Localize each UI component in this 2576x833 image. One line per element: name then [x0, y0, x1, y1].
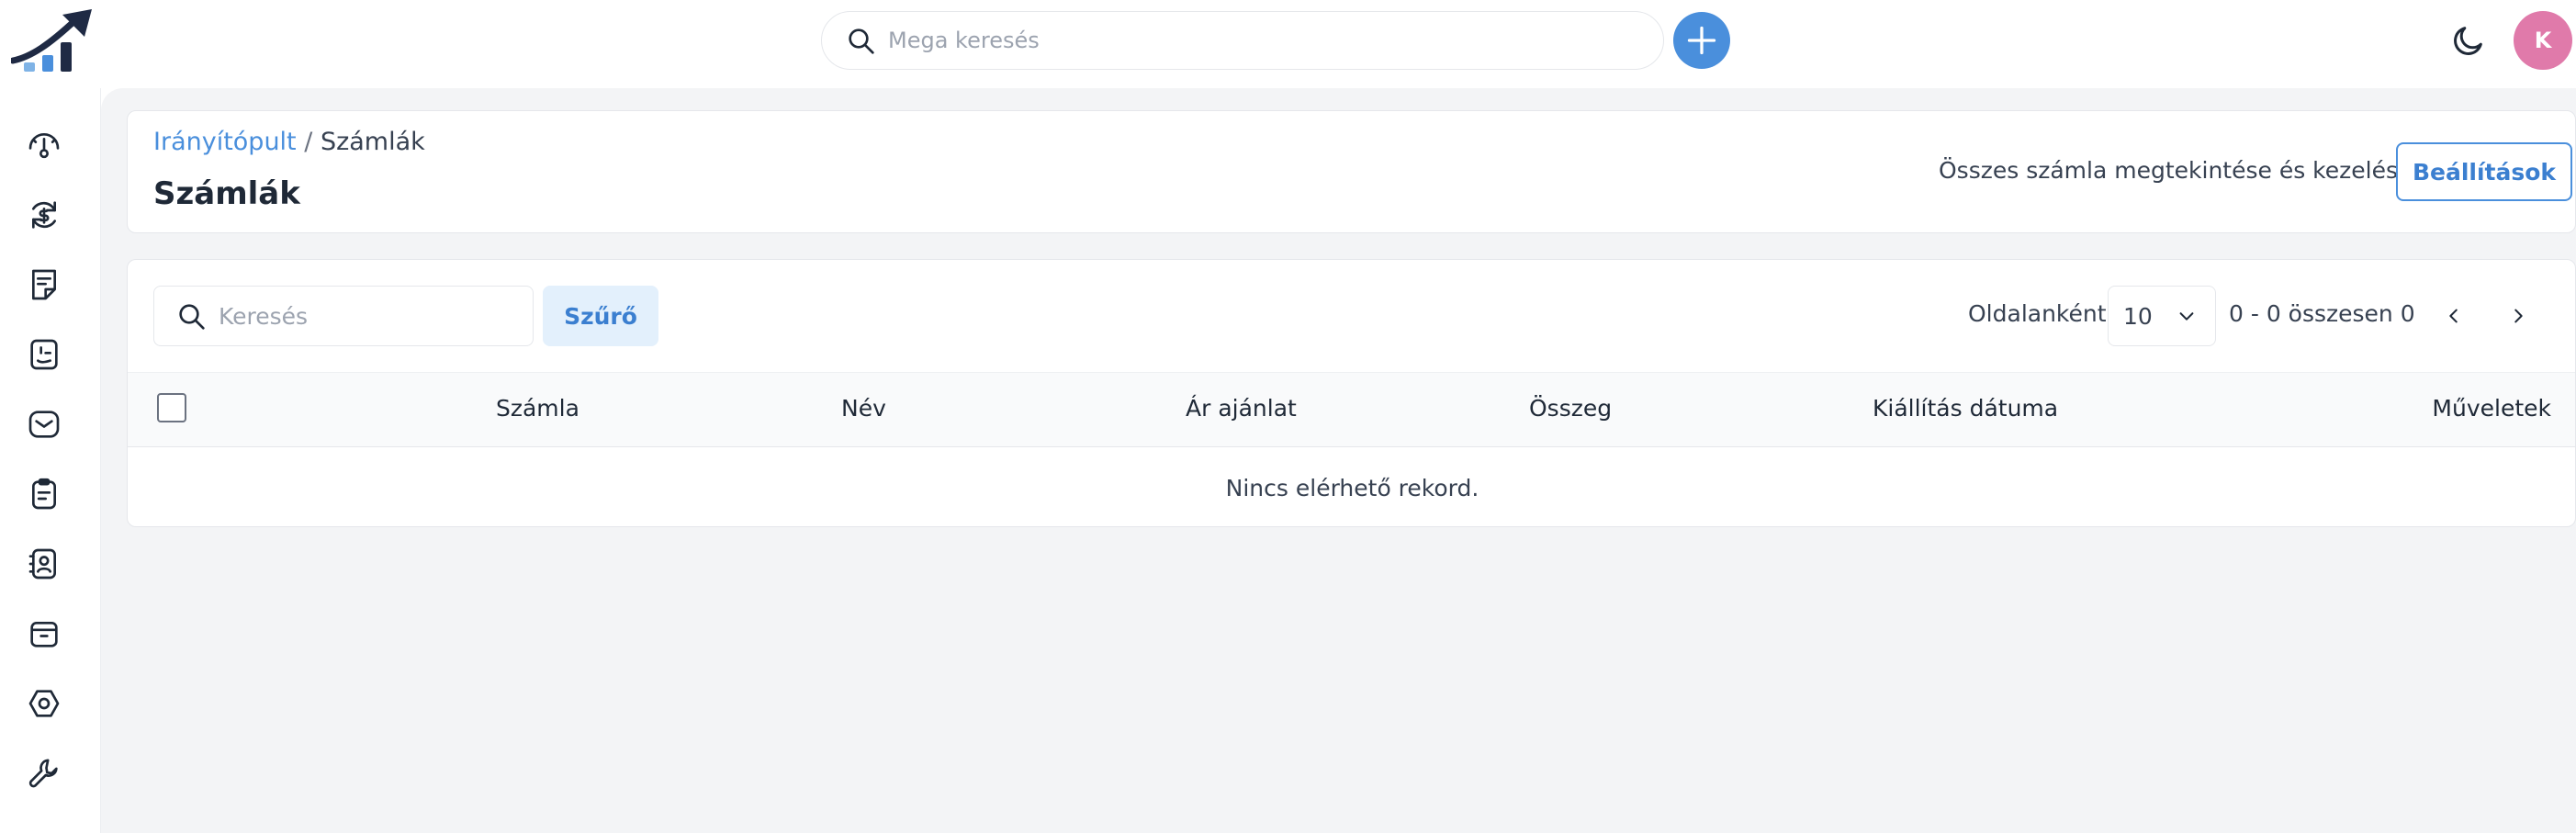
- invoices-table-card: Szűrő Oldalanként 10 0 - 0 összesen 0 Sz…: [127, 259, 2576, 527]
- page-description: Összes számla megtekintése és kezelése: [1939, 157, 2413, 184]
- mega-search-box[interactable]: [821, 11, 1664, 70]
- table-search-box[interactable]: [153, 286, 534, 346]
- sidebar-item-expenses[interactable]: [22, 332, 66, 377]
- logo-chart-arrow-icon: [9, 9, 92, 72]
- sidebar-item-invoices[interactable]: [22, 263, 66, 307]
- per-page-select[interactable]: 10: [2108, 286, 2216, 346]
- empty-state-text: Nincs elérhető rekord.: [1225, 474, 1479, 501]
- column-header-invoice[interactable]: Számla: [496, 395, 579, 422]
- archive-box-icon: [30, 622, 58, 647]
- per-page-label: Oldalanként: [1968, 300, 2107, 327]
- expense-note-icon: [30, 339, 58, 370]
- column-header-name[interactable]: Név: [841, 395, 886, 422]
- sidebar: [0, 88, 101, 833]
- next-page-button[interactable]: [2499, 297, 2537, 335]
- table-search-input[interactable]: [219, 302, 512, 330]
- finance-refresh-icon: [32, 201, 57, 229]
- column-header-actions: Műveletek: [2432, 395, 2551, 422]
- breadcrumb-current: Számlák: [320, 128, 425, 156]
- sidebar-item-finance[interactable]: [22, 193, 66, 237]
- dashboard-gauge-icon: [28, 133, 60, 159]
- moon-icon: [2454, 27, 2482, 55]
- empty-state-row: Nincs elérhető rekord.: [128, 447, 2575, 526]
- breadcrumb: Irányítópult / Számlák: [153, 128, 425, 156]
- plus-icon: [1687, 26, 1716, 55]
- page-title: Számlák: [153, 175, 300, 212]
- chevron-left-icon: [2449, 309, 2458, 323]
- sidebar-item-settings[interactable]: [22, 681, 66, 726]
- settings-button[interactable]: Beállítások: [2396, 142, 2572, 201]
- prev-page-button[interactable]: [2435, 297, 2473, 335]
- inbox-mail-icon: [28, 411, 60, 438]
- sidebar-item-dashboard[interactable]: [22, 123, 66, 167]
- table-header: Számla Név Ár ajánlat Összeg Kiállítás d…: [128, 372, 2575, 447]
- per-page-value: 10: [2123, 302, 2153, 330]
- mega-search-input[interactable]: [888, 28, 1641, 53]
- search-icon: [844, 24, 877, 57]
- column-header-quote[interactable]: Ár ajánlat: [1186, 395, 1297, 422]
- add-button[interactable]: [1673, 12, 1730, 69]
- column-header-issue-date[interactable]: Kiállítás dátuma: [1873, 395, 2058, 422]
- column-header-amount[interactable]: Összeg: [1529, 395, 1612, 422]
- wrench-tools-icon: [28, 759, 58, 788]
- settings-hexagon-icon: [28, 690, 60, 717]
- app-logo[interactable]: [9, 7, 99, 77]
- chevron-right-icon: [2514, 309, 2523, 323]
- theme-toggle[interactable]: [2448, 20, 2489, 61]
- sidebar-item-inbox[interactable]: [22, 402, 66, 446]
- breadcrumb-link-dashboard[interactable]: Irányítópult: [153, 128, 297, 156]
- sidebar-item-archive[interactable]: [22, 612, 66, 656]
- search-icon: [174, 299, 208, 332]
- invoice-document-icon: [32, 269, 57, 300]
- sidebar-item-contacts[interactable]: [22, 542, 66, 586]
- sidebar-item-tasks[interactable]: [22, 472, 66, 516]
- main-content: Irányítópult / Számlák Számlák Összes sz…: [101, 88, 2576, 833]
- select-all-checkbox[interactable]: [157, 393, 186, 422]
- breadcrumb-separator: /: [304, 128, 313, 156]
- top-bar: K: [0, 0, 2576, 88]
- clipboard-list-icon: [32, 478, 56, 510]
- chevron-down-icon: [2179, 312, 2194, 321]
- contacts-book-icon: [28, 548, 56, 580]
- page-header-card: Irányítópult / Számlák Számlák Összes sz…: [127, 110, 2576, 233]
- pagination-range: 0 - 0 összesen 0: [2229, 300, 2415, 327]
- user-avatar[interactable]: K: [2514, 11, 2572, 70]
- filter-button[interactable]: Szűrő: [543, 286, 658, 346]
- sidebar-item-tools[interactable]: [22, 751, 66, 795]
